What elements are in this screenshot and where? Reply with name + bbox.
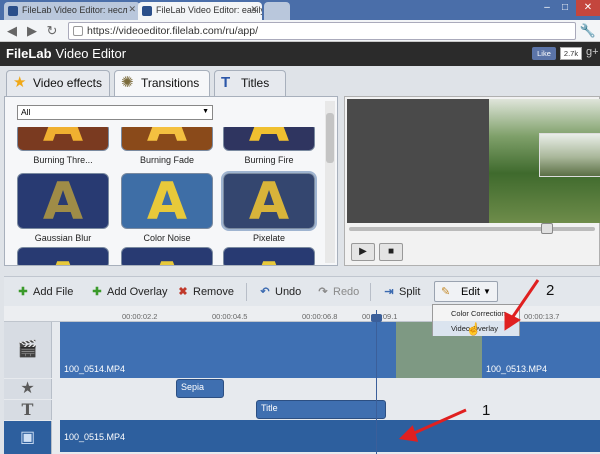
- annotation-number-1: 1: [482, 402, 491, 419]
- annotation-number-2: 2: [546, 282, 555, 299]
- arrow-annotation-2: [504, 279, 540, 331]
- arrow-annotation-1: [398, 408, 467, 442]
- annotation-arrows: [398, 279, 540, 442]
